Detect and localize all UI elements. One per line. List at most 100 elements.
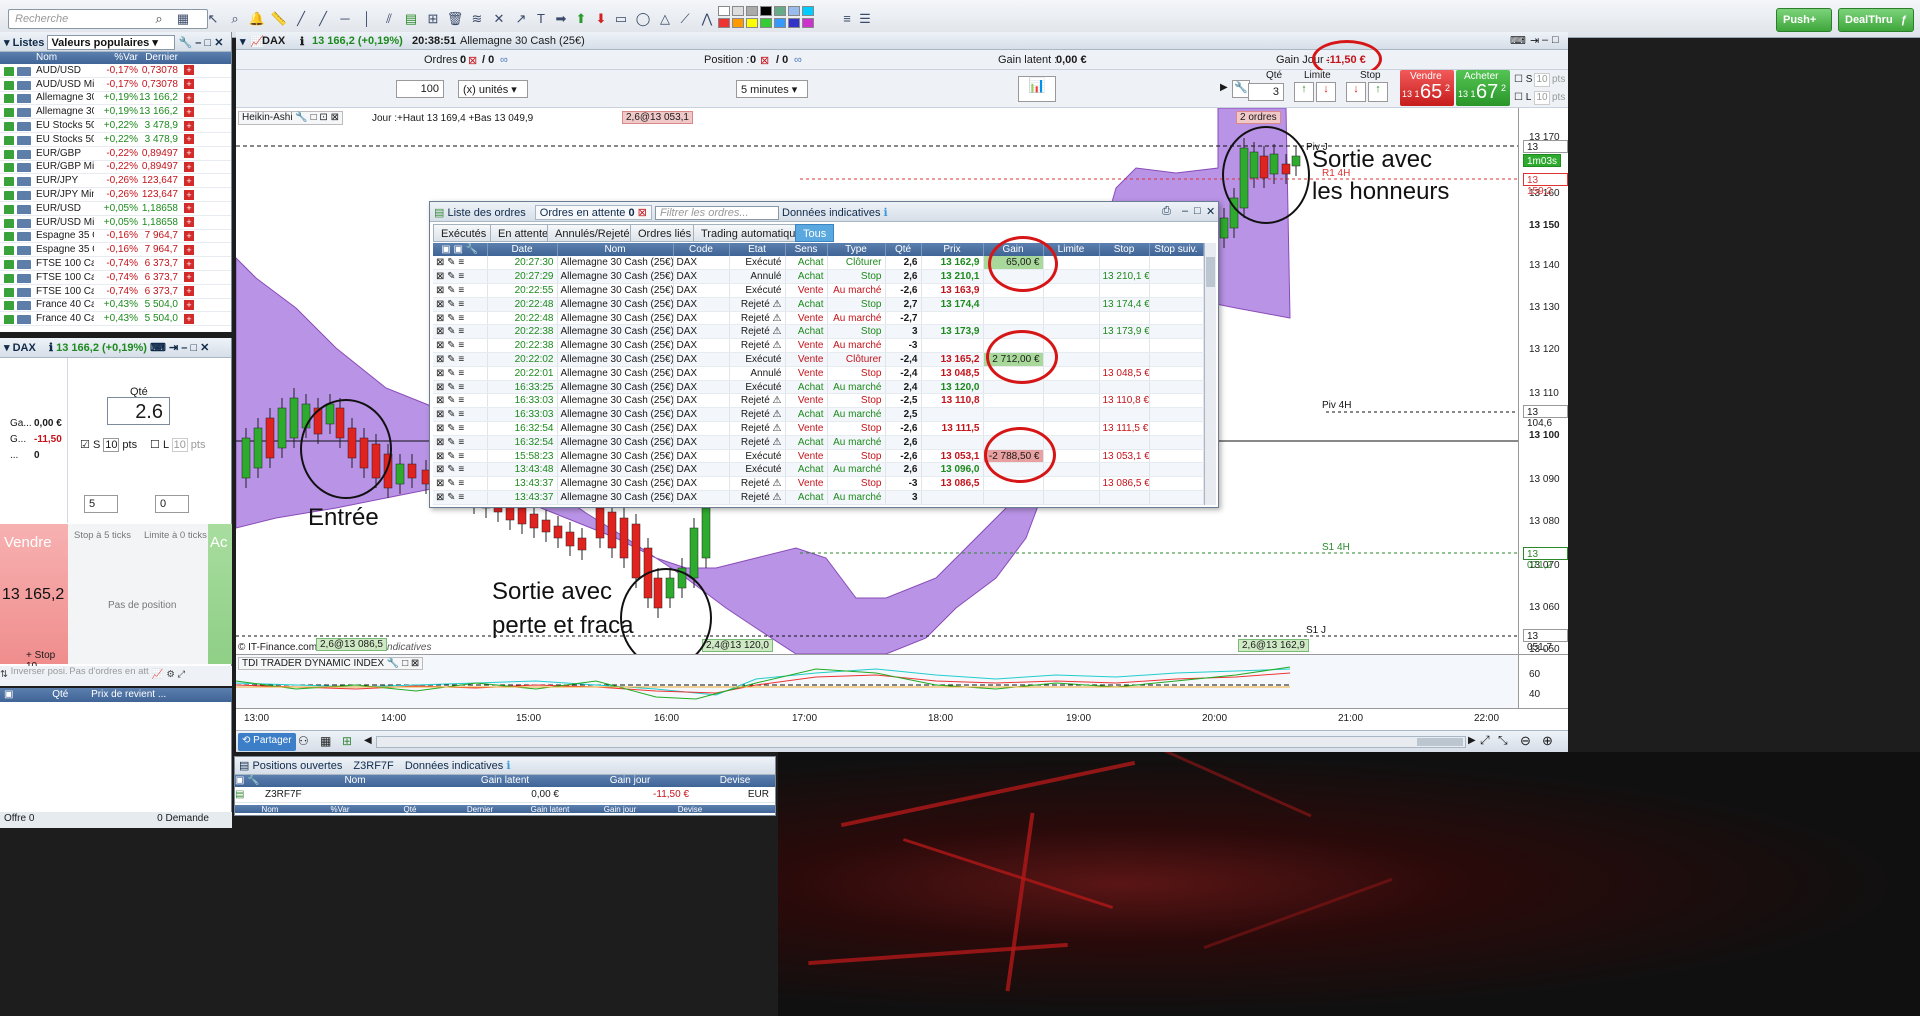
link-icon[interactable]: ∞ (794, 54, 802, 66)
scrollbar-thumb[interactable] (1417, 738, 1463, 746)
stop-buy-icon[interactable]: ↑ (1368, 82, 1388, 102)
stop-checkbox[interactable]: ☑ (80, 439, 90, 451)
row-actions[interactable]: ⊠ ✎ ≡ (433, 435, 488, 450)
subcol-header[interactable]: Gain jour (585, 805, 655, 813)
detail-icon[interactable]: ≡ (458, 478, 464, 489)
table-row[interactable]: ⊠ ✎ ≡ 20:22:38 Allemagne 30 Cash (25€) DAX R… (433, 324, 1204, 340)
window-icon[interactable]: □ (311, 112, 317, 123)
col-qty[interactable]: Qté (52, 689, 68, 700)
table-row[interactable]: ⊠ ✎ ≡ 16:33:25 Allemagne 30 Cash (25€) DAX E… (433, 380, 1204, 395)
detail-icon[interactable]: ≡ (458, 409, 464, 420)
dealthru-button[interactable]: DealThru ƒ (1838, 8, 1914, 32)
add-icon[interactable] (4, 80, 14, 90)
detail-icon[interactable]: ≡ (458, 313, 464, 324)
cursor-icon[interactable]: ↖ (204, 10, 222, 28)
trash-icon[interactable]: 🗑 (446, 10, 464, 28)
time-axis[interactable]: 13:00 14:00 15:00 16:00 17:00 18:00 19:00 20:00… (236, 708, 1568, 730)
pattern-icon[interactable]: ⋀ (698, 10, 716, 28)
chart-icon[interactable] (17, 177, 31, 187)
color-swatch[interactable] (718, 6, 730, 16)
list-item[interactable]: EUR/GBP Mini -0,22%0,89497 + (0, 161, 231, 175)
col-header[interactable]: Date (487, 243, 558, 256)
horizontal-scrollbar[interactable] (376, 736, 1466, 748)
trade-icon[interactable]: + (184, 120, 194, 131)
cancel-icon[interactable]: ⊠ (436, 326, 444, 337)
search-icon[interactable]: ⌕ (150, 10, 168, 28)
detail-icon[interactable]: ≡ (458, 257, 464, 268)
line-width-icon[interactable]: ☰ (856, 10, 874, 28)
col-header[interactable]: Stop (1099, 243, 1150, 256)
indicator-pane[interactable]: TDI TRADER DYNAMIC INDEX 🔧 □ ⊠ (236, 654, 1518, 708)
col-unrealized[interactable]: Gain latent (445, 775, 565, 787)
row-actions[interactable]: ⊠ ✎ ≡ (433, 449, 488, 464)
horizontal-line-icon[interactable]: ─ (336, 10, 354, 28)
color-swatch[interactable] (746, 18, 758, 28)
list-item[interactable]: AUD/USD Mini -0,17%0,73078 + (0, 78, 231, 92)
add-icon[interactable] (4, 149, 14, 159)
polyline-icon[interactable]: ⟋ (676, 10, 694, 28)
col-name[interactable]: Nom (265, 775, 445, 787)
edit-icon[interactable]: ✎ (447, 451, 455, 462)
chart-icon[interactable] (17, 163, 31, 173)
qty-input[interactable]: 2.6 (107, 397, 170, 425)
sell-button[interactable]: Vendre 13 165,2 + Stop 10 (0, 524, 68, 672)
arrow-down-icon[interactable]: ⬇ (592, 10, 610, 28)
detail-icon[interactable]: ≡ (458, 382, 464, 393)
chart-mini-icon[interactable]: 📈 (152, 669, 164, 680)
close-icon[interactable]: ✕ (200, 342, 209, 354)
chart-limit-points[interactable]: 10 (1534, 91, 1550, 105)
add-icon[interactable] (4, 301, 14, 311)
fibonacci-icon[interactable]: ▤ (402, 10, 420, 28)
row-actions[interactable]: ⊠ ✎ ≡ (433, 462, 488, 478)
trade-icon[interactable]: + (184, 244, 194, 255)
edit-icon[interactable]: ✎ (447, 395, 455, 406)
col-header[interactable]: Etat (729, 243, 786, 256)
col-cost[interactable]: Prix de revient ... (91, 689, 166, 700)
color-swatch[interactable] (802, 18, 814, 28)
col-header[interactable]: Nom (557, 243, 674, 256)
list-item[interactable]: EU Stocks 50 Cash ... +0,22% 3 478,9 + (0, 133, 231, 147)
cancel-icon[interactable]: ⊠ (436, 478, 444, 489)
stop-points-input[interactable]: 10 (103, 438, 120, 452)
close-icon[interactable]: ✕ (1206, 205, 1215, 218)
zoom-out-icon[interactable]: ⊖ (1520, 733, 1531, 749)
list-item[interactable]: Allemagne 30 Cash ... +0,19%13 166,2 + (0, 105, 231, 120)
col-header[interactable]: Code (673, 243, 730, 256)
trade-icon[interactable]: + (184, 106, 194, 117)
trade-icon[interactable]: + (184, 175, 194, 186)
chart-icon[interactable] (17, 122, 31, 132)
tab-all[interactable]: Tous (795, 224, 835, 242)
table-row[interactable]: ⊠ ✎ ≡ 20:22:38 Allemagne 30 Cash (25€) DAX R… (433, 338, 1204, 354)
row-actions[interactable]: ⊠ ✎ ≡ (433, 366, 488, 381)
lines-icon[interactable]: ≋ (468, 10, 486, 28)
edit-icon[interactable]: ✎ (447, 313, 455, 324)
orders-scrollbar-thumb[interactable] (1206, 257, 1215, 287)
add-icon[interactable] (4, 191, 14, 201)
chart-collapse-icon[interactable]: ▾ (240, 35, 246, 48)
chart-limit-checkbox[interactable]: ☐ L (1514, 92, 1531, 103)
add-icon[interactable] (4, 122, 14, 132)
cancel-icon[interactable]: ⊠ (436, 368, 444, 379)
line-style-icon[interactable]: ≡ (838, 10, 856, 28)
detail-icon[interactable]: ≡ (458, 395, 464, 406)
expand-icon[interactable]: ⤢ (178, 669, 186, 680)
fit-icon[interactable]: ⤢ (1480, 733, 1490, 748)
edit-icon[interactable]: ✎ (447, 368, 455, 379)
maximize-icon[interactable]: □ (204, 37, 211, 49)
cancel-icon[interactable]: ⊠ (436, 409, 444, 420)
pin-icon[interactable]: ⇥ (169, 342, 178, 354)
cancel-icon[interactable]: ⊠ (436, 299, 444, 310)
limit-points-input[interactable]: 10 (171, 438, 188, 452)
cancel-icon[interactable]: ⊠ (436, 271, 444, 282)
edit-icon[interactable]: ✎ (447, 354, 455, 365)
table-row[interactable]: ⊠ ✎ ≡ 15:58:23 Allemagne 30 Cash (25€) DAX E… (433, 449, 1204, 464)
units-input[interactable]: 100 (396, 80, 444, 98)
screener-icon[interactable]: ▦ (174, 10, 192, 28)
table-row[interactable]: ⊠ ✎ ≡ 16:33:03 Allemagne 30 Cash (25€) DAX R… (433, 407, 1204, 423)
color-swatch[interactable] (746, 6, 758, 16)
edit-icon[interactable]: ✎ (447, 423, 455, 434)
edit-icon[interactable]: ✎ (447, 382, 455, 393)
link-icon[interactable]: ∞ (500, 54, 508, 66)
tab-linked[interactable]: Ordres liés (630, 224, 700, 242)
keyboard-icon[interactable]: ⌨ (1510, 34, 1526, 47)
